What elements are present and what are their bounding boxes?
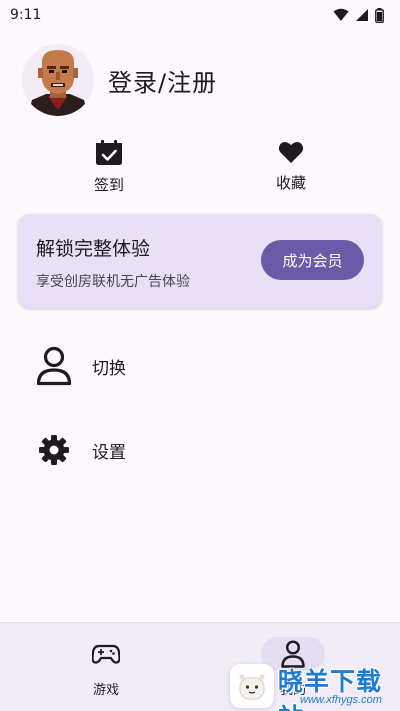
become-member-button[interactable]: 成为会员 [261, 240, 364, 280]
person-icon [36, 346, 72, 386]
sheep-logo-icon [239, 674, 265, 700]
heart-icon [278, 141, 304, 163]
watermark-url: www.xfhygs.com [300, 694, 382, 706]
menu-item-switch-label: 切换 [92, 358, 126, 379]
pixel-avatar-image [22, 44, 94, 116]
menu-item-settings-label: 设置 [92, 442, 126, 463]
wifi-icon [333, 8, 349, 21]
tab-games-label: 游戏 [92, 683, 119, 698]
tab-games-indicator [74, 637, 138, 671]
gear-icon [39, 435, 69, 465]
profile-header[interactable]: 登录/注册 [22, 44, 217, 116]
status-icons [333, 7, 384, 23]
favorites-label: 收藏 [275, 174, 306, 192]
gamepad-icon [92, 644, 120, 664]
watermark-logo [230, 664, 274, 708]
signal-icon [356, 9, 368, 21]
favorites-button[interactable]: 收藏 [261, 140, 321, 193]
vip-title: 解锁完整体验 [36, 238, 151, 260]
login-register-link[interactable]: 登录/注册 [108, 63, 217, 98]
tab-games[interactable]: 游戏 [66, 637, 146, 698]
status-time: 9:11 [10, 7, 42, 23]
menu-item-settings[interactable]: 设置 [36, 432, 126, 468]
calendar-check-icon [96, 140, 122, 165]
avatar[interactable] [22, 44, 94, 116]
checkin-label: 签到 [93, 176, 124, 194]
status-bar: 9:11 [0, 0, 400, 30]
vip-promo-card: 解锁完整体验 享受创房联机无广告体验 成为会员 [18, 214, 382, 308]
checkin-button[interactable]: 签到 [79, 140, 139, 195]
vip-subtitle: 享受创房联机无广告体验 [36, 274, 190, 290]
menu-item-switch[interactable]: 切换 [36, 346, 126, 386]
battery-icon [375, 7, 384, 23]
